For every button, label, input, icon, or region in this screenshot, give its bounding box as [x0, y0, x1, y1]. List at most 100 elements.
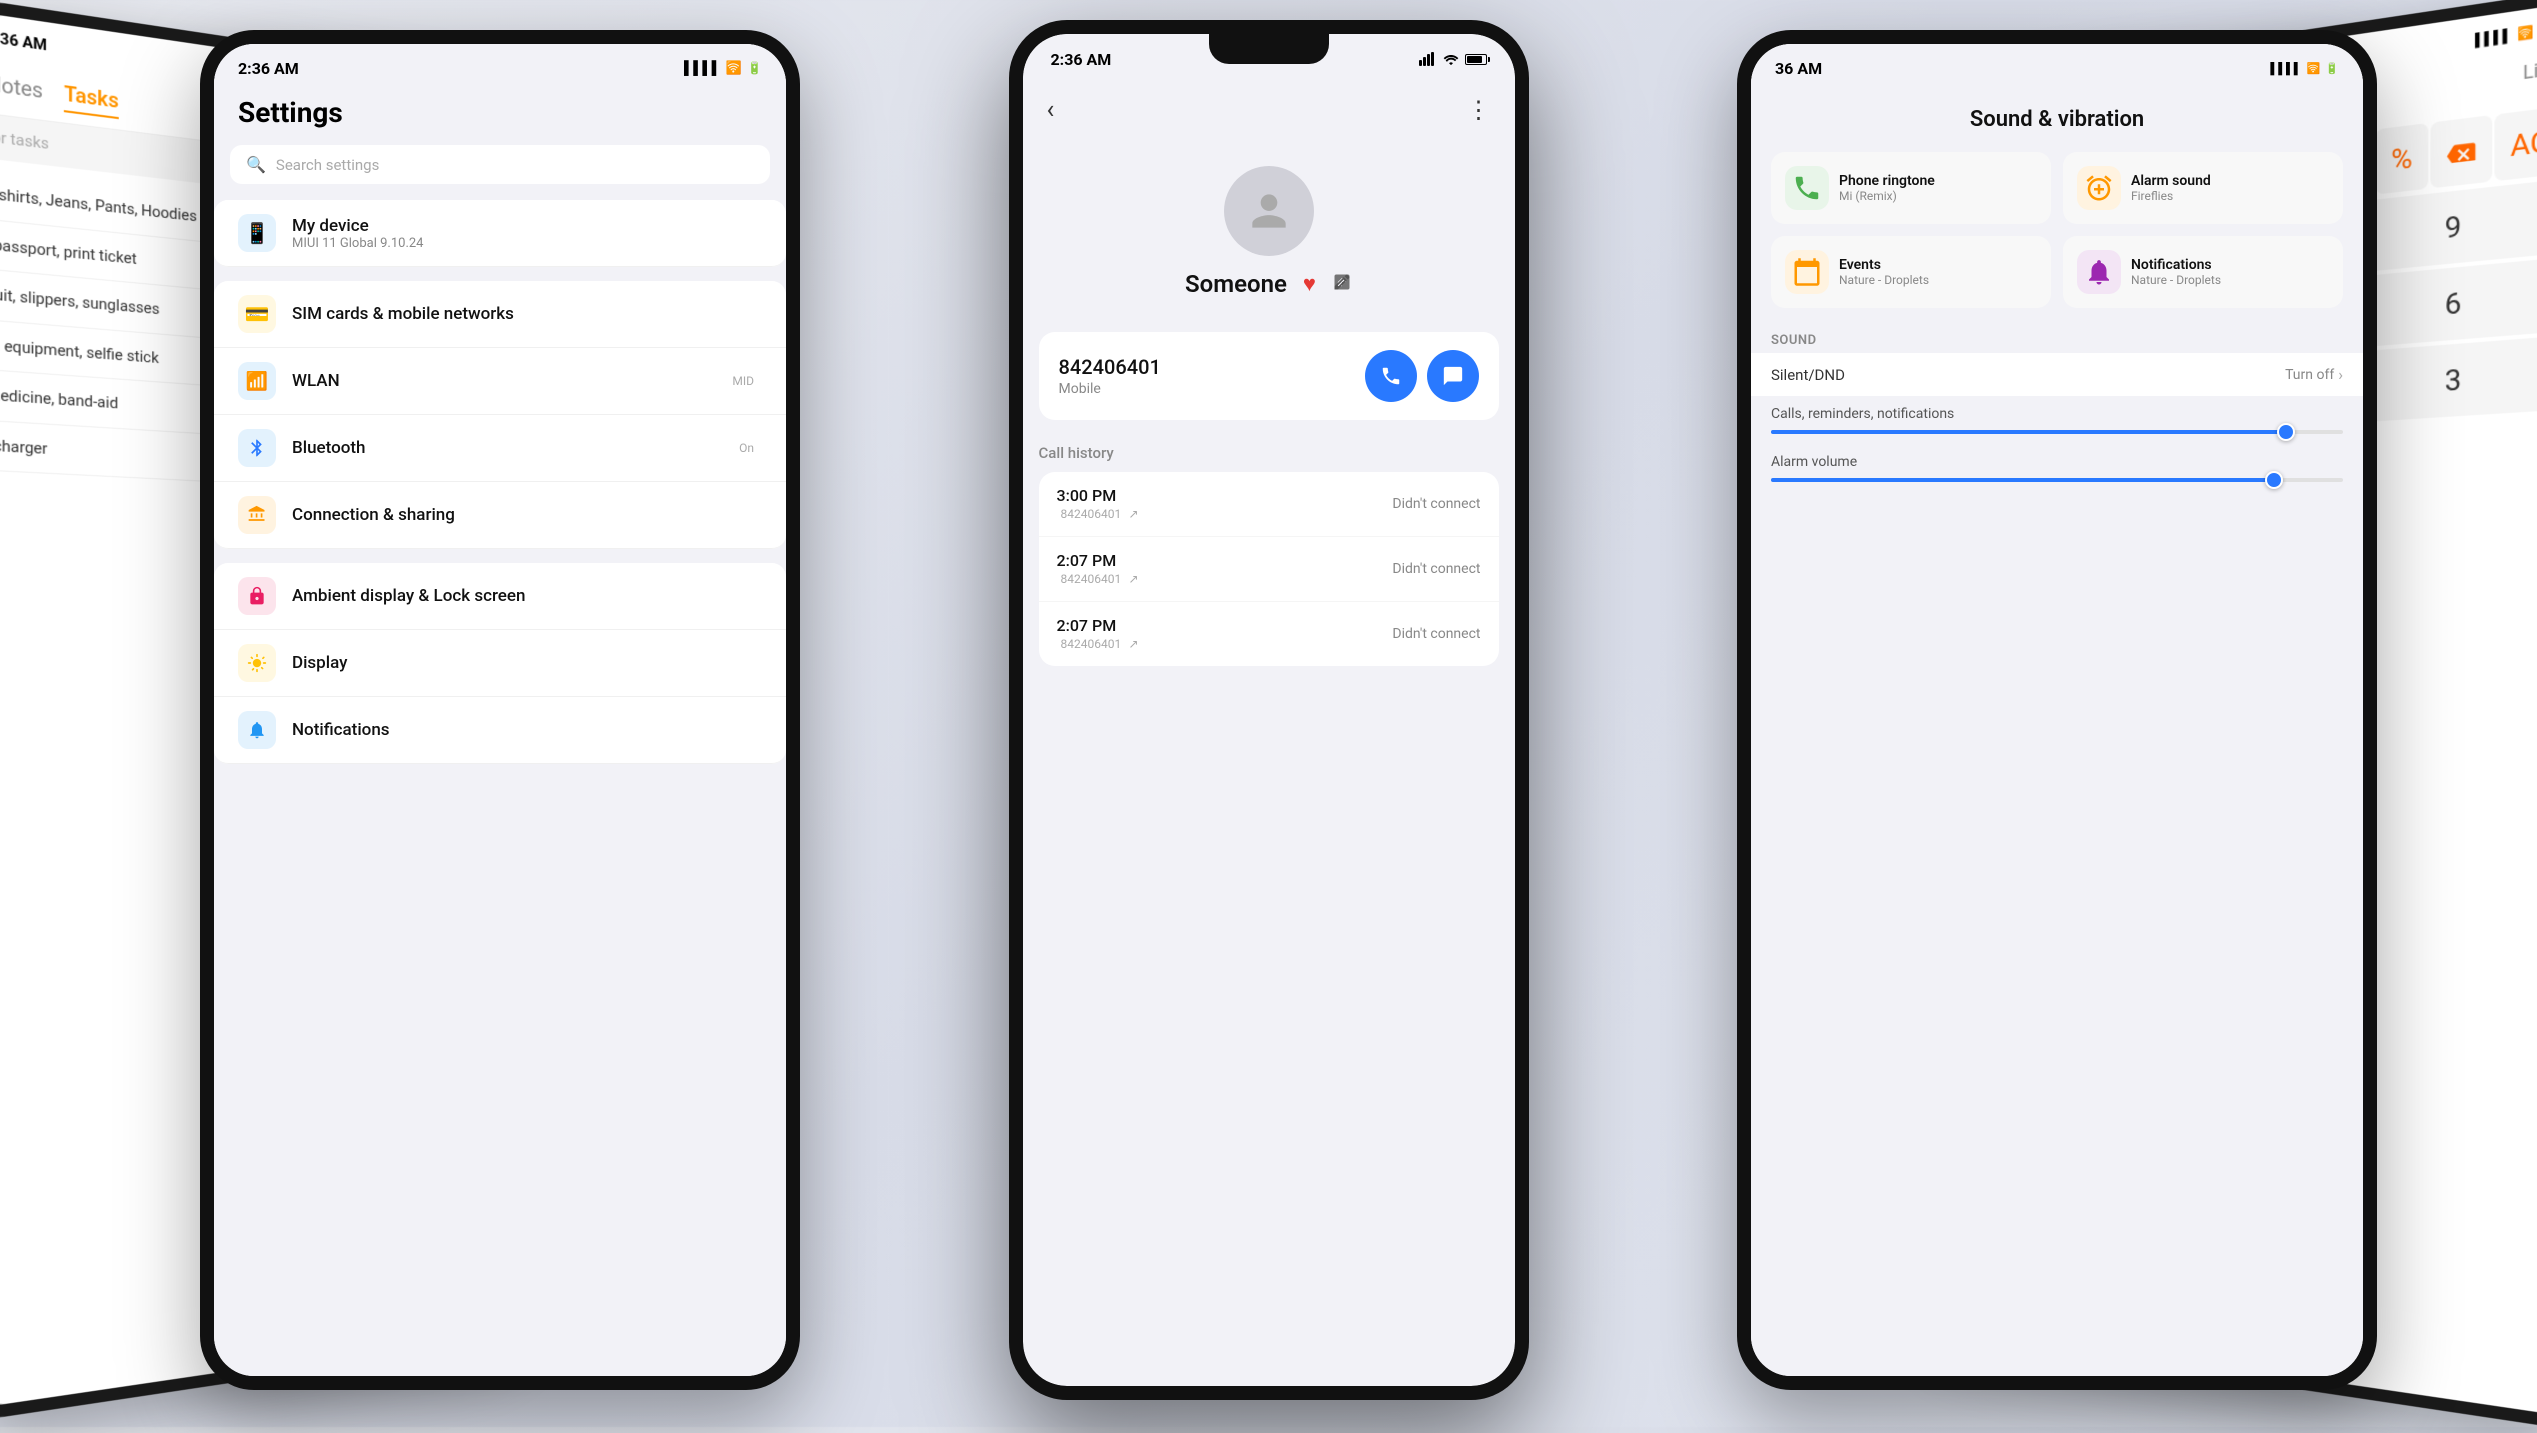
display-label: Display	[292, 653, 762, 673]
call-number-1: 842406401 ↗	[1057, 507, 1139, 522]
settings-item-mydevice[interactable]: 📱 My device MIUI 11 Global 9.10.24	[214, 200, 786, 267]
call-button[interactable]	[1365, 350, 1417, 402]
wifi-icon: 🛜	[2517, 24, 2533, 41]
silent-dnd-row[interactable]: Silent/DND Turn off ›	[1751, 353, 2363, 396]
call-item-1[interactable]: 3:00 PM 842406401 ↗ Didn't connect	[1039, 472, 1499, 537]
call-history-card: 3:00 PM 842406401 ↗ Didn't connect 2:07 …	[1039, 472, 1499, 666]
battery-icon	[1465, 54, 1487, 65]
settings-status-icons: ▌▌▌▌ 🛜 🔋	[684, 60, 762, 76]
connection-label: Connection & sharing	[292, 505, 762, 525]
phone-number-card: 842406401 Mobile	[1039, 332, 1499, 420]
calc-ac-btn[interactable]: AC	[2494, 106, 2537, 182]
sound-cards-grid: Phone ringtone Mi (Remix) Alarm sound Fi…	[1751, 152, 2363, 323]
call-history-section: Call history 3:00 PM 842406401 ↗ Didn't …	[1023, 430, 1515, 674]
settings-item-notifications[interactable]: Notifications	[214, 697, 786, 764]
call-history-title: Call history	[1039, 444, 1499, 462]
call-time-1: 3:00 PM	[1057, 486, 1139, 505]
calc-status-icons: ▌▌▌▌ 🛜 🔋	[2475, 21, 2537, 47]
events-icon	[1785, 250, 1829, 294]
settings-status-bar: 2:36 AM ▌▌▌▌ 🛜 🔋	[214, 44, 786, 92]
settings-item-wlan[interactable]: 📶 WLAN MID	[214, 348, 786, 415]
ambient-icon	[238, 577, 276, 615]
favorite-icon[interactable]: ♥	[1303, 271, 1316, 297]
call-time-2: 2:07 PM	[1057, 551, 1139, 570]
sound-card-ringtone[interactable]: Phone ringtone Mi (Remix)	[1771, 152, 2051, 224]
signal-icon: ▌▌▌▌	[684, 60, 721, 76]
call-status-3: Didn't connect	[1392, 626, 1480, 642]
ringtone-icon	[1785, 166, 1829, 210]
sound-vibration-title: Sound & vibration	[1751, 92, 2363, 152]
settings-item-connection[interactable]: Connection & sharing	[214, 482, 786, 549]
tab-notes[interactable]: Notes	[0, 70, 43, 109]
sim-label: SIM cards & mobile networks	[292, 304, 762, 324]
notifications-sound-label: Notifications	[2131, 257, 2329, 273]
calc-backspace-btn[interactable]	[2430, 115, 2492, 188]
alarm-label: Alarm sound	[2131, 173, 2329, 189]
calls-volume-label: Calls, reminders, notifications	[1771, 406, 2343, 422]
mydevice-icon: 📱	[238, 214, 276, 252]
wlan-label: WLAN	[292, 371, 716, 391]
search-icon: 🔍	[246, 155, 266, 174]
signal-icon: ▌▌▌▌	[2475, 28, 2512, 48]
call-status-1: Didn't connect	[1392, 496, 1480, 512]
settings-search-bar[interactable]: 🔍 Search settings	[230, 145, 770, 184]
phone-type: Mobile	[1059, 381, 1161, 397]
connection-icon	[238, 496, 276, 534]
call-time-3: 2:07 PM	[1057, 616, 1139, 635]
ringtone-label: Phone ringtone	[1839, 173, 2037, 189]
settings-group-network: 💳 SIM cards & mobile networks 📶 WLAN MID…	[214, 281, 786, 549]
main-time: 2:36 AM	[1051, 50, 1112, 69]
sound-card-events[interactable]: Events Nature - Droplets	[1771, 236, 2051, 308]
sound-status-icons: ▌▌▌▌ 🛜 🔋	[2270, 62, 2339, 75]
contact-avatar	[1224, 166, 1314, 256]
notifications-settings-label: Notifications	[292, 720, 762, 740]
phone-number: 842406401	[1059, 355, 1161, 379]
calls-volume-slider[interactable]	[1771, 430, 2343, 434]
edit-contact-icon[interactable]	[1332, 272, 1352, 297]
ambient-label: Ambient display & Lock screen	[292, 586, 762, 606]
call-status-2: Didn't connect	[1392, 561, 1480, 577]
call-item-3[interactable]: 2:07 PM 842406401 ↗ Didn't connect	[1039, 602, 1499, 666]
alarm-volume-label: Alarm volume	[1771, 454, 2343, 470]
more-options-button[interactable]: ⋮	[1467, 96, 1491, 124]
main-nav-bar: ‹ ⋮	[1023, 84, 1515, 136]
battery-icon: 🔋	[2325, 62, 2339, 75]
back-button[interactable]: ‹	[1047, 95, 1055, 125]
sound-card-notifications[interactable]: Notifications Nature - Droplets	[2063, 236, 2343, 308]
silent-dnd-value: Turn off	[2285, 367, 2334, 383]
contact-section: Someone ♥	[1023, 136, 1515, 322]
contact-name-row: Someone ♥	[1185, 270, 1352, 298]
alarm-icon	[2077, 166, 2121, 210]
calc-percent-btn[interactable]: %	[2376, 123, 2428, 195]
sound-section-label: SOUND	[1751, 323, 2363, 353]
notes-time: 2:36 AM	[0, 27, 47, 55]
search-placeholder: Search settings	[276, 156, 379, 174]
settings-item-bluetooth[interactable]: Bluetooth On	[214, 415, 786, 482]
bluetooth-icon	[238, 429, 276, 467]
bluetooth-label: Bluetooth	[292, 438, 723, 458]
display-icon	[238, 644, 276, 682]
settings-time: 2:36 AM	[238, 59, 299, 78]
wifi-icon: 🛜	[2307, 62, 2321, 75]
phone-actions	[1365, 350, 1479, 402]
ringtone-value: Mi (Remix)	[1839, 189, 2037, 203]
settings-item-display[interactable]: Display	[214, 630, 786, 697]
settings-item-ambient[interactable]: Ambient display & Lock screen	[214, 563, 786, 630]
silent-dnd-label: Silent/DND	[1771, 366, 1845, 384]
message-button[interactable]	[1427, 350, 1479, 402]
silent-dnd-arrow: ›	[2338, 365, 2343, 384]
settings-group-device: 📱 My device MIUI 11 Global 9.10.24	[214, 200, 786, 267]
notifications-settings-icon	[238, 711, 276, 749]
events-label: Events	[1839, 257, 2037, 273]
call-number-3: 842406401 ↗	[1057, 637, 1139, 652]
call-item-2[interactable]: 2:07 PM 842406401 ↗ Didn't connect	[1039, 537, 1499, 602]
wlan-icon: 📶	[238, 362, 276, 400]
battery-icon: 🔋	[747, 61, 762, 75]
settings-item-sim[interactable]: 💳 SIM cards & mobile networks	[214, 281, 786, 348]
alarm-volume-slider[interactable]	[1771, 478, 2343, 482]
sound-card-alarm[interactable]: Alarm sound Fireflies	[2063, 152, 2343, 224]
tab-life[interactable]: Life	[2523, 58, 2537, 85]
tab-tasks[interactable]: Tasks	[64, 81, 119, 119]
notifications-sound-value: Nature - Droplets	[2131, 273, 2329, 287]
signal-bars-icon	[1419, 52, 1437, 66]
